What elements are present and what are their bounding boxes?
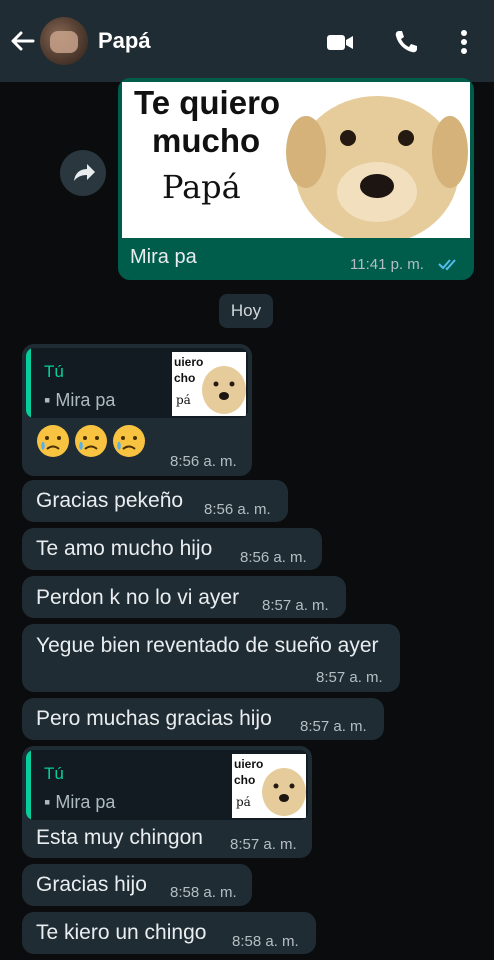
thumb-text: cho (174, 371, 196, 385)
image-text-line: mucho (152, 122, 261, 159)
quote-caption: Mira pa (55, 390, 116, 410)
chat-header: Papá (0, 0, 494, 82)
image-icon: ▪ (44, 390, 51, 410)
image-preview[interactable]: Te quiero mucho Papá (122, 82, 470, 238)
message-text: Pero muchas gracias hijo (36, 707, 272, 730)
quote-author: Tú (44, 362, 64, 381)
more-options-icon[interactable] (448, 26, 480, 58)
date-divider: Hoy (219, 294, 273, 328)
message-time: 8:56 a. m. (240, 549, 307, 566)
message-time: 8:58 a. m. (232, 933, 299, 950)
message-time: 8:57 a. m. (316, 669, 383, 686)
thumb-text: pá (236, 795, 251, 809)
message-text: Gracias pekeño (36, 489, 184, 512)
contact-name[interactable]: Papá (98, 28, 151, 54)
quote-accent-bar (26, 750, 31, 820)
quote-author: Tú (44, 764, 64, 783)
forward-button[interactable] (60, 150, 106, 196)
puppy-image (286, 96, 468, 238)
read-receipt-icon (438, 259, 456, 271)
puppy-thumbnail (262, 768, 306, 816)
quoted-reply[interactable]: Tú ▪ Mira pa uiero cho pá (26, 750, 308, 820)
message-text: Perdon k no lo vi ayer (36, 586, 240, 609)
quote-accent-bar (26, 348, 31, 418)
video-call-icon[interactable] (324, 26, 356, 58)
avatar-image (50, 31, 78, 53)
quote-thumbnail: uiero cho pá (172, 352, 246, 416)
image-text-line: Papá (162, 168, 241, 206)
quote-text: ▪ Mira pa (44, 792, 115, 813)
message-time: 8:57 a. m. (300, 718, 367, 735)
thumb-text: pá (176, 393, 191, 407)
message-time: 8:56 a. m. (204, 501, 271, 518)
message-text: Gracias hijo (36, 873, 147, 896)
message-time: 8:57 a. m. (262, 597, 329, 614)
message-text: Te kiero un chingo (36, 921, 207, 944)
message-time: 8:56 a. m. (170, 453, 237, 470)
quoted-reply[interactable]: Tú ▪ Mira pa uiero cho pá (26, 348, 248, 418)
message-text: Te amo mucho hijo (36, 537, 213, 560)
message-text: Esta muy chingon (36, 826, 203, 849)
quote-thumbnail: uiero cho pá (232, 754, 306, 818)
crying-face-emoji (113, 425, 145, 457)
back-arrow-icon[interactable] (8, 26, 38, 56)
thumb-text: cho (234, 773, 256, 787)
message-time: 11:41 p. m. (350, 256, 424, 273)
avatar[interactable] (40, 17, 88, 65)
quote-text: ▪ Mira pa (44, 390, 115, 411)
puppy-thumbnail (202, 366, 246, 414)
message-text: Yegue bien reventado de sueño ayer (36, 634, 379, 657)
image-caption: Mira pa (130, 246, 197, 268)
image-text-line: Te quiero (134, 84, 281, 121)
image-icon: ▪ (44, 792, 51, 812)
crying-face-emoji (37, 425, 69, 457)
quote-caption: Mira pa (55, 792, 116, 812)
message-time: 8:57 a. m. (230, 836, 297, 853)
voice-call-icon[interactable] (390, 26, 422, 58)
message-time: 8:58 a. m. (170, 884, 237, 901)
forward-icon (74, 164, 95, 181)
crying-face-emoji (75, 425, 107, 457)
